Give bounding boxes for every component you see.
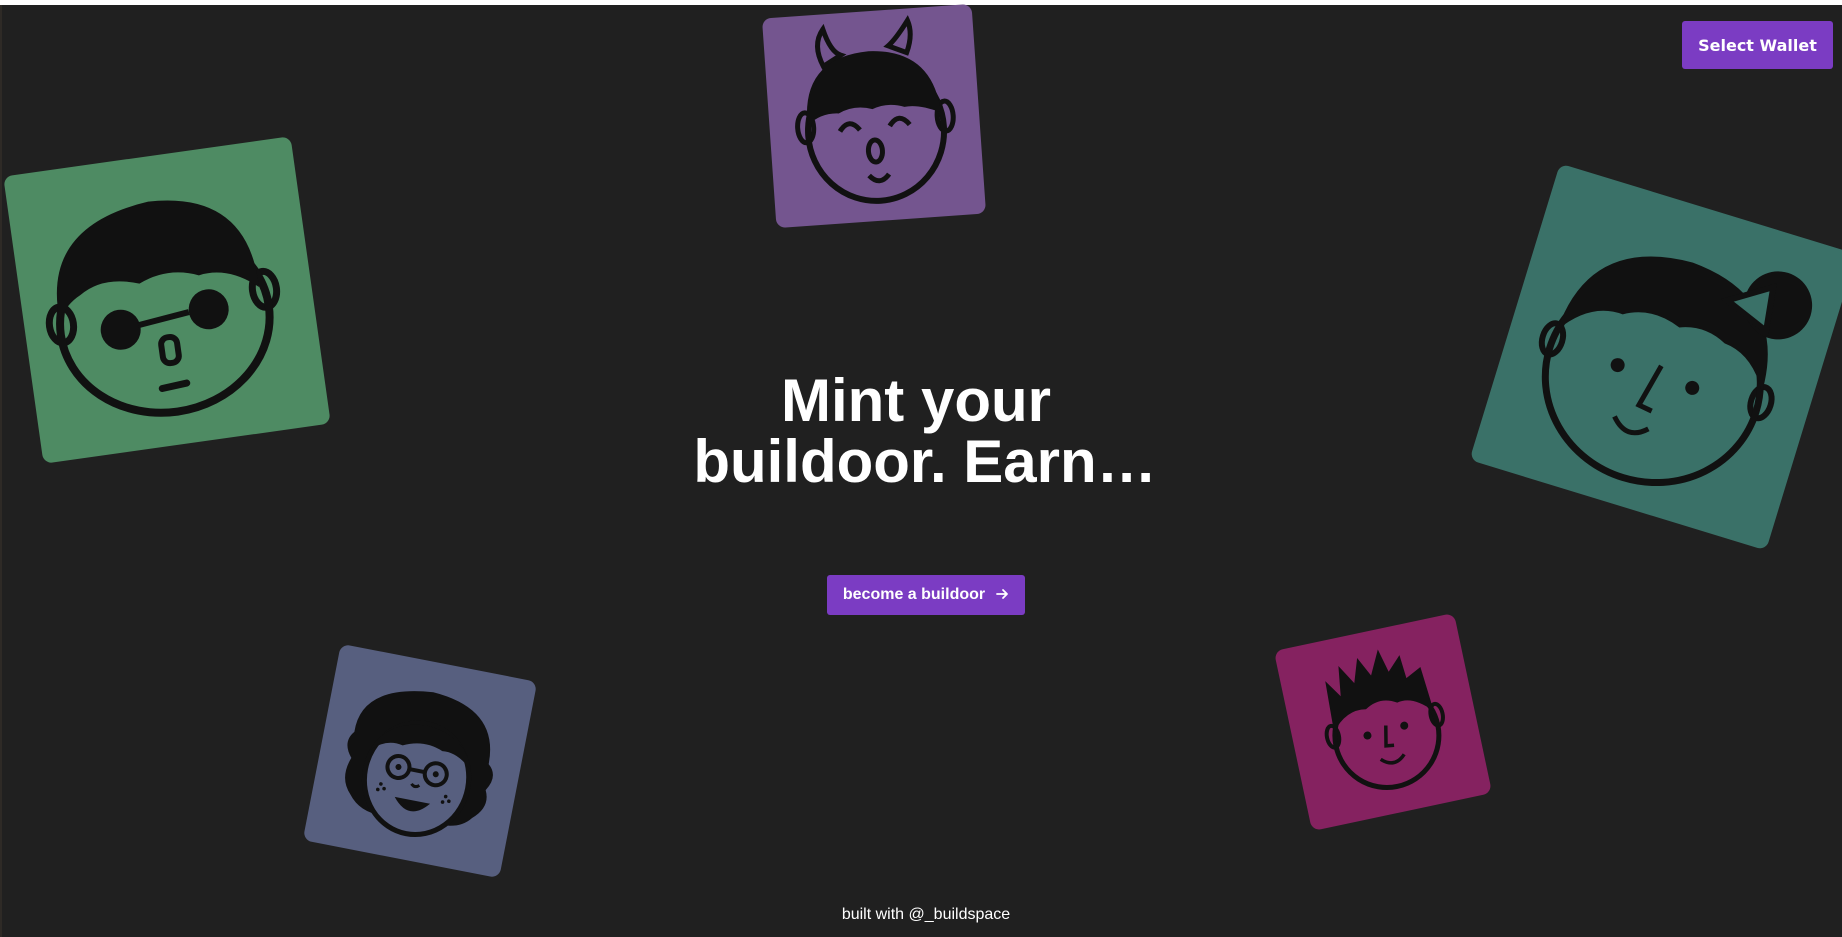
hero-line-2: buildoor. Earn… bbox=[693, 428, 1157, 495]
hero-heading: Mint your buildoor. Earn… bbox=[690, 370, 1160, 492]
select-wallet-button[interactable]: Select Wallet bbox=[1682, 21, 1833, 69]
left-edge bbox=[0, 5, 2, 937]
sunglasses-face-icon bbox=[45, 200, 281, 417]
footer-prefix: built with bbox=[841, 906, 905, 923]
cta-label: become a buildoor bbox=[842, 586, 986, 603]
green-avatar-card bbox=[3, 136, 331, 464]
teal-avatar-card bbox=[1469, 163, 1842, 551]
bow-face-icon bbox=[1538, 256, 1813, 487]
slate-avatar-card bbox=[302, 643, 538, 879]
arrow-right-icon bbox=[995, 587, 1009, 604]
horned-face-icon bbox=[795, 15, 956, 204]
spiky-hair-face-icon bbox=[1324, 649, 1445, 790]
buildspace-link[interactable]: @_buildspace bbox=[909, 906, 1011, 923]
top-border bbox=[0, 0, 1842, 5]
glasses-face-icon bbox=[345, 691, 493, 838]
magenta-avatar-card bbox=[1273, 612, 1493, 832]
hero-line-1: Mint your bbox=[781, 367, 1051, 434]
footer-credit: built with @_buildspace bbox=[0, 906, 1842, 924]
become-buildoor-button[interactable]: become a buildoor bbox=[827, 575, 1025, 615]
purple-avatar-card bbox=[761, 3, 987, 229]
